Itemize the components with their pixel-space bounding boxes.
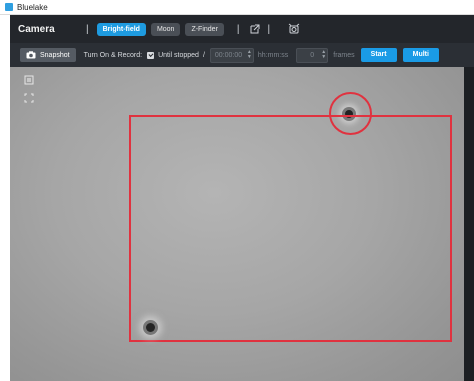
separator: |: [86, 23, 89, 35]
separator: |: [236, 23, 240, 35]
fit-view-icon[interactable]: [24, 75, 34, 85]
frames-placeholder: 0: [310, 51, 315, 59]
window-titlebar: Bluelake: [0, 0, 474, 15]
start-button[interactable]: Start: [360, 48, 397, 62]
mode-z-finder-button[interactable]: Z-Finder: [185, 22, 224, 36]
camera-viewport[interactable]: [10, 67, 464, 381]
slash-separator: /: [202, 51, 205, 59]
frames-spinner[interactable]: ▲ ▼: [321, 49, 326, 60]
duration-input[interactable]: 00:00:00 ▲ ▼: [209, 47, 254, 63]
mode-moon-button[interactable]: Moon: [150, 22, 181, 36]
until-stopped-checkbox[interactable]: [147, 51, 155, 59]
record-label: Turn On & Record:: [83, 51, 143, 59]
capture-toolbar: Snapshot Turn On & Record: Until stopped…: [10, 43, 474, 67]
frames-input[interactable]: 0 ▲ ▼: [296, 47, 329, 63]
panel-title: Camera: [18, 23, 55, 35]
duration-unit: hh:mm:ss: [257, 51, 289, 59]
snapshot-button[interactable]: Snapshot: [20, 48, 76, 62]
duration-spinner[interactable]: ▲ ▼: [247, 49, 252, 60]
frames-unit: frames: [333, 51, 355, 59]
camera-header: Camera | Bright-field Moon Z-Finder | |: [10, 15, 474, 43]
mode-bright-field-button[interactable]: Bright-field: [96, 22, 146, 36]
snapshot-label: Snapshot: [40, 51, 70, 59]
bead-particle: [146, 323, 155, 332]
camera-settings-icon[interactable]: [288, 23, 300, 35]
camera-icon: [26, 51, 36, 59]
window-title: Bluelake: [17, 2, 48, 12]
external-link-icon[interactable]: [250, 24, 260, 34]
app-icon: [5, 3, 13, 11]
multi-button[interactable]: Multi: [402, 48, 439, 62]
roi-rectangle[interactable]: [129, 115, 452, 342]
until-stopped-label: Until stopped: [158, 51, 199, 59]
duration-placeholder: 00:00:00: [214, 51, 243, 59]
roi-tool-icon[interactable]: [24, 93, 34, 103]
separator: |: [267, 23, 271, 35]
